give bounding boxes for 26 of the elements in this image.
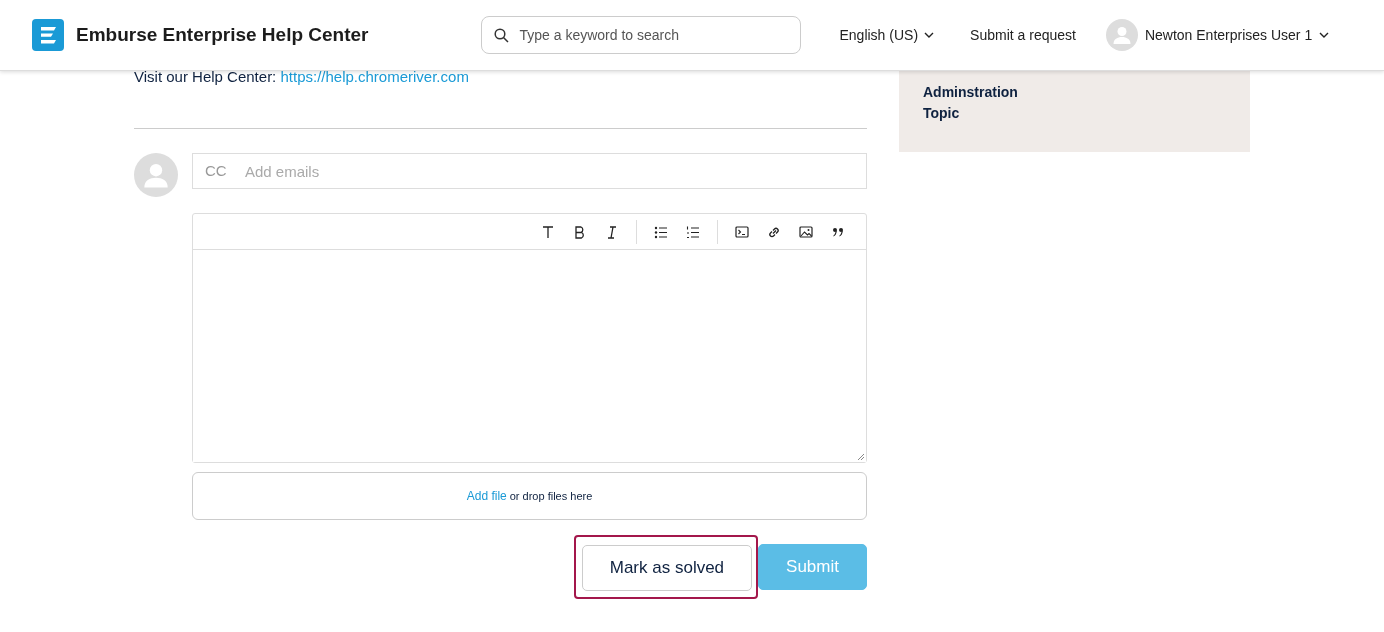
site-title[interactable]: Emburse Enterprise Help Center <box>76 24 369 46</box>
language-menu[interactable]: English (US) <box>839 27 935 43</box>
submit-request-link[interactable]: Submit a request <box>970 27 1076 43</box>
cc-label: CC <box>205 162 227 179</box>
avatar-icon <box>1105 19 1138 51</box>
italic-icon <box>605 224 619 239</box>
drop-files-text: or drop files here <box>509 490 593 502</box>
avatar-icon <box>134 153 178 197</box>
search-icon <box>494 28 510 43</box>
bold-icon <box>573 224 587 239</box>
text-format-icon <box>541 224 555 239</box>
user-menu[interactable]: Newton Enterprises User 1 <box>1105 19 1330 51</box>
file-drop-area[interactable]: Add file or drop files here <box>192 472 867 520</box>
chevron-down-icon <box>924 32 935 38</box>
code-block-icon <box>735 224 749 239</box>
bullet-list-icon <box>654 224 668 239</box>
logo-icon[interactable] <box>32 19 64 51</box>
help-center-text: Visit our Help Center: https://help.chromeriver.com <box>134 68 470 86</box>
image-icon <box>799 224 813 239</box>
resize-grip-icon[interactable] <box>857 453 865 461</box>
sidebar-item[interactable]: Adminstration <box>923 84 1226 101</box>
chevron-down-icon <box>1319 32 1330 38</box>
numbered-list-icon <box>686 224 700 239</box>
sidebar-item[interactable]: Topic <box>923 105 1226 122</box>
mark-solved-button[interactable]: Mark as solved <box>581 545 753 591</box>
search-field[interactable]: Type a keyword to search <box>481 16 802 54</box>
